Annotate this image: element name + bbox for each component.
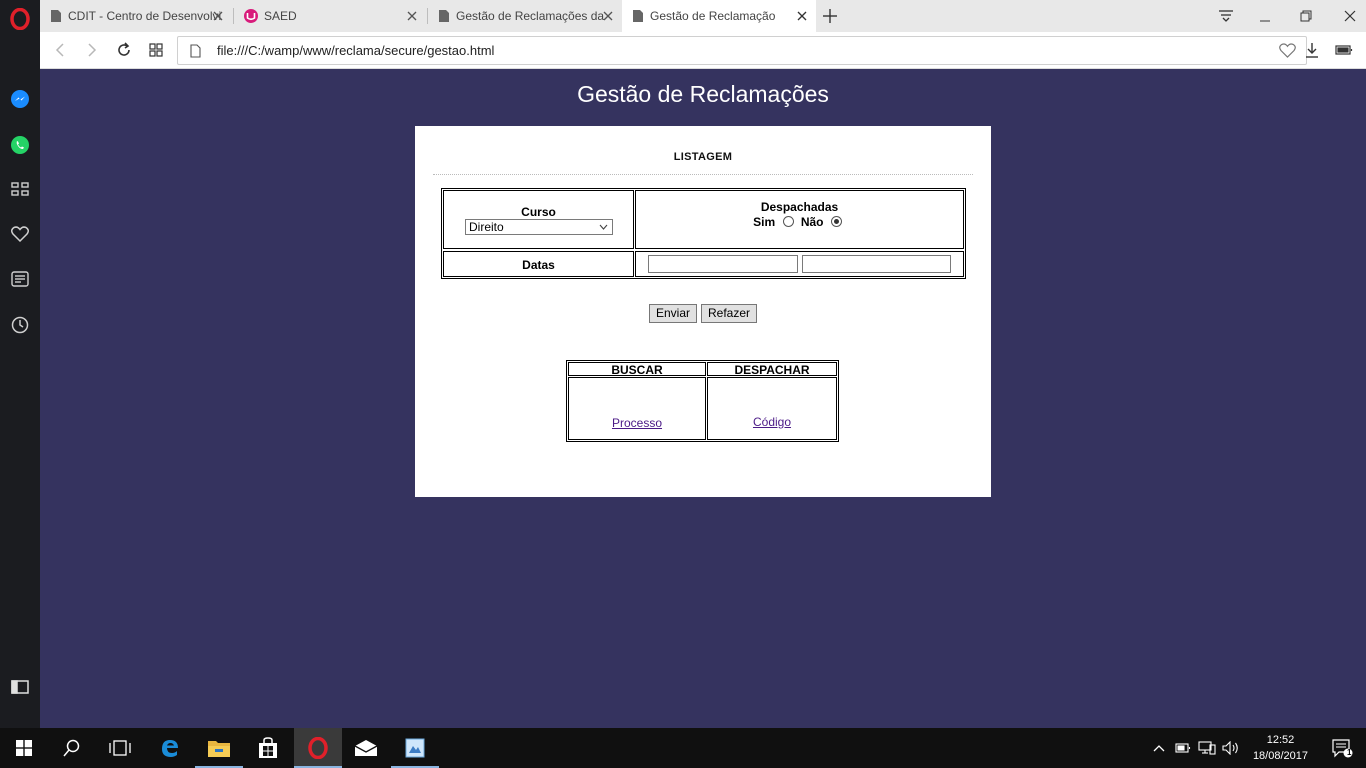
curso-selected-value: Direito — [469, 220, 504, 234]
submit-button[interactable]: Enviar — [649, 304, 697, 323]
battery-tray-icon[interactable] — [1171, 728, 1195, 768]
codigo-link-wrapper: Código — [708, 413, 836, 431]
download-icon[interactable] — [1302, 40, 1322, 60]
tab-cdit[interactable]: CDIT - Centro de Desenvolvi — [40, 0, 232, 32]
datas-cell: Datas — [443, 251, 634, 277]
opera-taskbar-icon[interactable] — [294, 728, 342, 768]
opera-sidebar — [0, 0, 40, 728]
reset-button[interactable]: Refazer — [701, 304, 757, 323]
mail-icon[interactable] — [342, 728, 390, 768]
close-tab-icon[interactable] — [600, 8, 616, 24]
speed-dial-icon[interactable] — [9, 178, 31, 200]
close-tab-icon[interactable] — [210, 8, 226, 24]
minimize-icon[interactable] — [1255, 6, 1275, 26]
new-tab-icon[interactable] — [820, 6, 840, 26]
history-icon[interactable] — [9, 314, 31, 336]
clock[interactable]: 12:52 18/08/2017 — [1253, 732, 1308, 764]
search-icon[interactable] — [48, 728, 96, 768]
buscar-header: BUSCAR — [611, 363, 663, 377]
tab-label: CDIT - Centro de Desenvolvi — [68, 9, 222, 23]
url-field[interactable]: file:///C:/wamp/www/reclama/secure/gesta… — [177, 36, 1307, 65]
despachadas-label: Despachadas — [760, 200, 839, 214]
despachar-header-cell: DESPACHAR — [707, 362, 837, 377]
paint-icon[interactable] — [391, 728, 439, 768]
messenger-icon[interactable] — [9, 88, 31, 110]
page-icon — [439, 10, 449, 22]
section-title: LISTAGEM — [673, 151, 733, 163]
despachadas-options: Sim Não — [636, 215, 963, 229]
curso-select[interactable]: Direito — [465, 219, 613, 235]
close-window-icon[interactable] — [1340, 6, 1360, 26]
notification-icon[interactable]: 1 — [1318, 728, 1366, 768]
chevron-down-icon — [599, 224, 608, 230]
page-icon — [51, 10, 61, 22]
close-tab-icon[interactable] — [794, 8, 810, 24]
processo-link-wrapper: Processo — [569, 414, 705, 432]
news-icon[interactable] — [9, 268, 31, 290]
datas-label: Datas — [522, 258, 555, 272]
tab-gestao-reclamacao[interactable]: Gestão de Reclamação — [622, 0, 816, 32]
notification-count: 1 — [1347, 748, 1352, 757]
bookmark-heart-icon[interactable] — [1279, 43, 1296, 58]
network-icon[interactable] — [1195, 728, 1219, 768]
store-icon[interactable] — [244, 728, 292, 768]
buscar-cell: Processo — [568, 377, 706, 440]
despachar-header: DESPACHAR — [734, 363, 810, 377]
clock-date: 18/08/2017 — [1252, 750, 1308, 762]
task-view-icon[interactable] — [96, 728, 144, 768]
date-from-input[interactable] — [648, 255, 798, 273]
tab-saed[interactable]: SAED — [234, 0, 426, 32]
tab-label: Gestão de Reclamações da — [456, 9, 605, 23]
whatsapp-icon[interactable] — [9, 134, 31, 156]
battery-icon[interactable] — [1334, 40, 1354, 60]
divider — [433, 174, 973, 175]
tab-grid-icon[interactable] — [146, 40, 166, 60]
despachadas-cell: Despachadas Sim Não — [635, 190, 964, 249]
forward-icon[interactable] — [82, 40, 102, 60]
close-tab-icon[interactable] — [404, 8, 420, 24]
tab-gestao-reclamacoes[interactable]: Gestão de Reclamações da — [428, 0, 622, 32]
back-icon[interactable] — [50, 40, 70, 60]
windows-start-icon[interactable] — [0, 728, 48, 768]
tab-label: SAED — [264, 9, 297, 23]
date-to-input[interactable] — [802, 255, 951, 273]
file-icon — [190, 44, 201, 58]
tab-menu-icon[interactable] — [1216, 6, 1236, 26]
volume-icon[interactable] — [1219, 728, 1243, 768]
content-panel: LISTAGEM Curso Direito Despachadas Sim N… — [415, 126, 991, 497]
restore-icon[interactable] — [1296, 6, 1316, 26]
saed-favicon-icon — [244, 9, 258, 23]
sim-radio[interactable] — [782, 216, 794, 227]
processo-link[interactable]: Processo — [612, 416, 662, 430]
despachar-cell: Código — [707, 377, 837, 440]
tab-label: Gestão de Reclamação — [650, 9, 776, 23]
sidebar-toggle-icon[interactable] — [9, 676, 31, 698]
nao-radio[interactable] — [830, 216, 842, 227]
nao-label: Não — [800, 215, 824, 229]
clock-time: 12:52 — [1266, 734, 1295, 746]
address-bar-row: file:///C:/wamp/www/reclama/secure/gesta… — [40, 32, 1366, 69]
page-icon — [633, 10, 643, 22]
windows-taskbar: 12:52 18/08/2017 1 — [0, 728, 1366, 768]
datas-inputs-cell — [635, 251, 964, 277]
heart-icon[interactable] — [9, 223, 31, 245]
curso-label: Curso — [521, 205, 556, 219]
curso-cell: Curso Direito — [443, 190, 634, 249]
edge-icon[interactable] — [146, 728, 194, 768]
reload-icon[interactable] — [114, 40, 134, 60]
tab-bar: CDIT - Centro de Desenvolvi SAED Gestão … — [40, 0, 1366, 32]
chevron-up-icon[interactable] — [1147, 728, 1171, 768]
codigo-link[interactable]: Código — [753, 415, 791, 429]
buscar-header-cell: BUSCAR — [568, 362, 706, 377]
opera-logo-icon[interactable] — [9, 8, 31, 30]
url-text: file:///C:/wamp/www/reclama/secure/gesta… — [217, 43, 495, 58]
sim-label: Sim — [753, 215, 776, 229]
file-explorer-icon[interactable] — [195, 728, 243, 768]
page-title: Gestão de Reclamações — [577, 81, 829, 107]
